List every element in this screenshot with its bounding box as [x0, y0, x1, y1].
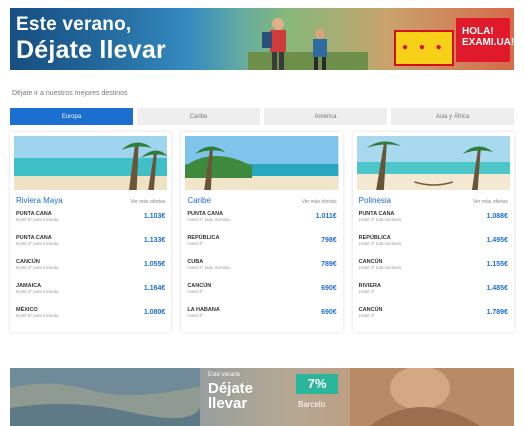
- destination-card: Riviera Maya Ver más ofertas PUNTA CANA H…: [10, 132, 172, 332]
- beach-photo[interactable]: [14, 136, 168, 190]
- offer-desc: Hotel 4* todo incluido: [358, 217, 402, 222]
- promo-badge[interactable]: HOLA! EXAMI.UA!: [456, 18, 514, 62]
- brand-logo[interactable]: ● ● ●: [394, 30, 454, 66]
- offer-row[interactable]: JAMAICA Hotel 4* todo incluido 1.164€: [16, 283, 165, 301]
- tab-asia-africa[interactable]: Asia y África: [391, 108, 514, 125]
- beach-photo[interactable]: [185, 136, 339, 190]
- offer-row[interactable]: RIVIERA Hotel 4* 1.485€: [359, 283, 508, 301]
- offer-cards: Riviera Maya Ver más ofertas PUNTA CANA H…: [10, 132, 514, 332]
- offer-price: 1.133€: [143, 237, 166, 244]
- person-photo: [350, 368, 514, 426]
- tab-america[interactable]: América: [264, 108, 387, 125]
- offer-price: 1.055€: [143, 261, 166, 268]
- more-offers-link[interactable]: Ver más ofertas: [302, 199, 337, 205]
- offer-price: 1.103€: [143, 213, 166, 220]
- tab-europa[interactable]: Europa: [10, 108, 133, 125]
- offer-desc: Hotel 4* todo incluido: [16, 241, 59, 246]
- card-title: Polinesia: [358, 196, 392, 205]
- offer-row[interactable]: REPÚBLICA Hotel 4* 798€: [187, 235, 336, 253]
- offer-desc: Hotel 5* todo incluido: [16, 217, 59, 222]
- offer-row[interactable]: CANCÚN Hotel 4* 1.789€: [359, 307, 508, 325]
- offer-row[interactable]: CANCÚN Hotel 4* todo incluido 1.055€: [16, 259, 165, 277]
- offer-price: 1.164€: [143, 285, 166, 292]
- offer-desc: Hotel 4*: [187, 241, 204, 246]
- destination-tabs: Europa Caribe América Asia y África: [10, 108, 514, 125]
- hikers-illustration: [248, 18, 368, 70]
- brand-dots-icon: ● ● ●: [402, 42, 446, 53]
- bottom-banner-brand: Barcelo: [298, 400, 326, 409]
- offer-price: 1.011€: [315, 213, 337, 220]
- offer-row[interactable]: CANCÚN Hotel 4* 690€: [187, 283, 336, 301]
- destination-card: Polinesia Ver más ofertas PUNTA CANA Hote…: [352, 132, 514, 332]
- bottom-banner-kicker: Este verano: [208, 372, 241, 378]
- tab-caribe[interactable]: Caribe: [137, 108, 260, 125]
- offer-row[interactable]: LA HABANA Hotel 4* 690€: [187, 307, 336, 325]
- offer-price: 1.485€: [486, 285, 508, 292]
- offer-price: 789€: [321, 261, 337, 268]
- offer-price: 690€: [321, 309, 337, 316]
- card-title: Caribe: [187, 196, 211, 205]
- offer-price: 1.080€: [143, 309, 166, 316]
- bottom-banner-headline-2: llevar: [208, 395, 248, 412]
- offer-desc: Hotel 4* todo incluido: [358, 265, 402, 270]
- offer-desc: Hotel 4* todo incluido: [16, 289, 59, 294]
- card-title: Riviera Maya: [16, 196, 63, 205]
- offer-price: 1.155€: [486, 261, 508, 268]
- offer-desc: Hotel 4* todo incluido: [187, 265, 230, 270]
- promo-text: HOLA! EXAMI.UA!: [462, 26, 514, 48]
- destination-card: Caribe Ver más ofertas PUNTA CANA Hotel 4…: [181, 132, 343, 332]
- offer-price: 1.789€: [486, 309, 508, 316]
- offer-desc: Hotel 5* todo incluido: [16, 313, 59, 318]
- beach-photo[interactable]: [356, 136, 510, 190]
- more-offers-link[interactable]: Ver más ofertas: [130, 199, 165, 205]
- rocky-coast-image: [10, 368, 200, 426]
- top-banner[interactable]: Este verano, Déjate llevar ● ● ● HOLA! E…: [10, 8, 514, 70]
- offer-desc: Hotel 4*: [187, 289, 204, 294]
- offer-row[interactable]: CANCÚN Hotel 4* todo incluido 1.155€: [359, 259, 508, 277]
- offer-desc: Hotel 4* todo incluido: [187, 217, 230, 222]
- offer-desc: Hotel 4*: [358, 289, 375, 294]
- discount-badge: 7%: [296, 374, 338, 394]
- offer-price: 690€: [321, 285, 337, 292]
- bottom-banner[interactable]: Este verano Déjate llevar 7% Barcelo: [10, 368, 514, 426]
- offer-price: 798€: [321, 237, 337, 244]
- offer-row[interactable]: PUNTA CANA Hotel 5* todo incluido 1.103€: [16, 211, 165, 229]
- intro-text: Déjate ir a nuestros mejores destinos: [12, 90, 128, 97]
- offer-price: 1.495€: [486, 237, 508, 244]
- banner-headline-1: Este verano,: [16, 14, 132, 35]
- offer-row[interactable]: CUBA Hotel 4* todo incluido 789€: [187, 259, 336, 277]
- offer-desc: Hotel 4* todo incluido: [358, 241, 402, 246]
- more-offers-link[interactable]: Ver más ofertas: [473, 199, 508, 205]
- offer-row[interactable]: REPÚBLICA Hotel 4* todo incluido 1.495€: [359, 235, 508, 253]
- offer-desc: Hotel 4* todo incluido: [16, 265, 59, 270]
- banner-headline-2: Déjate llevar: [16, 36, 166, 64]
- offer-row[interactable]: PUNTA CANA Hotel 4* todo incluido 1.133€: [16, 235, 165, 253]
- offer-row[interactable]: PUNTA CANA Hotel 4* todo incluido 1.011€: [187, 211, 336, 229]
- offer-price: 1.088€: [486, 213, 508, 220]
- offer-row[interactable]: PUNTA CANA Hotel 4* todo incluido 1.088€: [359, 211, 508, 229]
- offer-desc: Hotel 4*: [358, 313, 375, 318]
- offer-row[interactable]: MÉXICO Hotel 5* todo incluido 1.080€: [16, 307, 165, 325]
- offer-desc: Hotel 4*: [187, 313, 204, 318]
